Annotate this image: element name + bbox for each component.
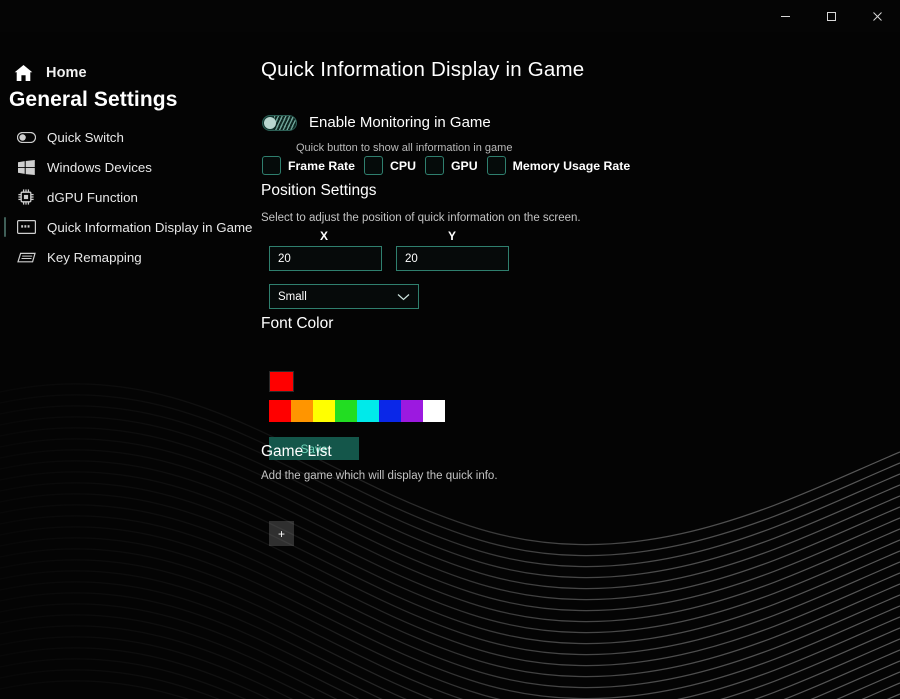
enable-monitoring-toggle[interactable] — [262, 114, 297, 131]
add-game-button[interactable]: + — [269, 521, 294, 546]
font-color-swatch-3[interactable] — [335, 400, 357, 422]
sidebar-item-quick-switch[interactable]: Quick Switch — [0, 122, 258, 152]
checkbox-gpu-group: GPU — [424, 156, 478, 175]
checkbox-gpu-label: GPU — [450, 158, 478, 173]
checkbox-gpu[interactable] — [424, 156, 444, 175]
sidebar-item-home[interactable]: Home — [0, 56, 258, 90]
font-color-swatch-6[interactable] — [401, 400, 423, 422]
monitor-icon — [14, 217, 38, 237]
checkbox-cpu[interactable] — [363, 156, 383, 175]
quick-button-hint: Quick button to show all information in … — [296, 142, 513, 154]
quick-info-checkbox-row: Frame Rate CPU GPU Memory Usage Rate — [262, 156, 639, 175]
game-list-heading: Game List — [261, 443, 332, 460]
sidebar-item-label: Key Remapping — [47, 249, 142, 265]
font-color-swatch-0[interactable] — [269, 400, 291, 422]
x-axis-label: X — [320, 229, 329, 243]
size-select[interactable]: Small — [269, 284, 419, 309]
checkbox-memory-usage-rate-group: Memory Usage Rate — [486, 156, 631, 175]
checkbox-memory-usage-rate[interactable] — [486, 156, 506, 175]
home-icon — [8, 60, 38, 86]
keyboard-icon — [14, 247, 38, 267]
toggle-knob — [264, 116, 276, 129]
font-color-selected-swatch[interactable] — [269, 371, 294, 392]
close-button[interactable] — [854, 0, 900, 32]
size-select-value: Small — [278, 290, 307, 303]
page-title: Quick Information Display in Game — [261, 58, 585, 81]
toggle-hatch-fill — [274, 115, 296, 130]
sidebar-nav-list: Quick Switch Windows Devices dGPU Functi… — [0, 122, 258, 272]
checkbox-frame-rate-group: Frame Rate — [262, 156, 355, 175]
minimize-button[interactable] — [762, 0, 808, 32]
sidebar: Home General Settings Quick Switch Windo… — [0, 32, 258, 699]
font-color-swatch-4[interactable] — [357, 400, 379, 422]
position-x-input[interactable] — [269, 246, 382, 271]
font-color-swatch-5[interactable] — [379, 400, 401, 422]
chevron-down-icon — [397, 293, 410, 301]
position-y-input[interactable] — [396, 246, 509, 271]
checkbox-cpu-label: CPU — [389, 158, 416, 173]
maximize-button[interactable] — [808, 0, 854, 32]
sidebar-item-key-remapping[interactable]: Key Remapping — [0, 242, 258, 272]
maximize-icon — [826, 11, 837, 22]
close-icon — [872, 11, 883, 22]
font-color-palette — [269, 400, 445, 422]
checkbox-cpu-group: CPU — [363, 156, 416, 175]
minimize-icon — [780, 11, 791, 22]
title-bar — [0, 0, 900, 32]
checkbox-frame-rate-label: Frame Rate — [288, 158, 355, 173]
font-color-swatch-7[interactable] — [423, 400, 445, 422]
toggle-switch-icon — [14, 127, 38, 147]
enable-monitoring-row: Enable Monitoring in Game — [262, 114, 491, 131]
main-content: Quick Information Display in Game Enable… — [258, 32, 900, 699]
sidebar-section-title: General Settings — [9, 88, 178, 111]
font-color-heading: Font Color — [261, 315, 334, 332]
cpu-chip-icon — [14, 187, 38, 207]
sidebar-item-windows-devices[interactable]: Windows Devices — [0, 152, 258, 182]
sidebar-item-label: Quick Switch — [47, 129, 124, 145]
game-list-hint: Add the game which will display the quic… — [261, 470, 498, 482]
enable-monitoring-label: Enable Monitoring in Game — [309, 114, 491, 131]
sidebar-item-label: Windows Devices — [47, 159, 152, 175]
sidebar-item-label: Quick Information Display in Game — [47, 219, 253, 235]
checkbox-frame-rate[interactable] — [262, 156, 281, 175]
font-color-swatch-2[interactable] — [313, 400, 335, 422]
font-color-swatch-1[interactable] — [291, 400, 313, 422]
windows-logo-icon — [14, 157, 38, 177]
app-window: Home General Settings Quick Switch Windo… — [0, 0, 900, 699]
y-axis-label: Y — [448, 229, 457, 243]
checkbox-memory-usage-rate-label: Memory Usage Rate — [512, 158, 631, 173]
position-settings-hint: Select to adjust the position of quick i… — [261, 212, 581, 224]
sidebar-item-quick-information-display-in-game[interactable]: Quick Information Display in Game — [0, 212, 258, 242]
position-settings-heading: Position Settings — [261, 182, 377, 199]
sidebar-item-label: dGPU Function — [47, 189, 138, 205]
sidebar-home-label: Home — [46, 65, 87, 81]
sidebar-item-dgpu-function[interactable]: dGPU Function — [0, 182, 258, 212]
